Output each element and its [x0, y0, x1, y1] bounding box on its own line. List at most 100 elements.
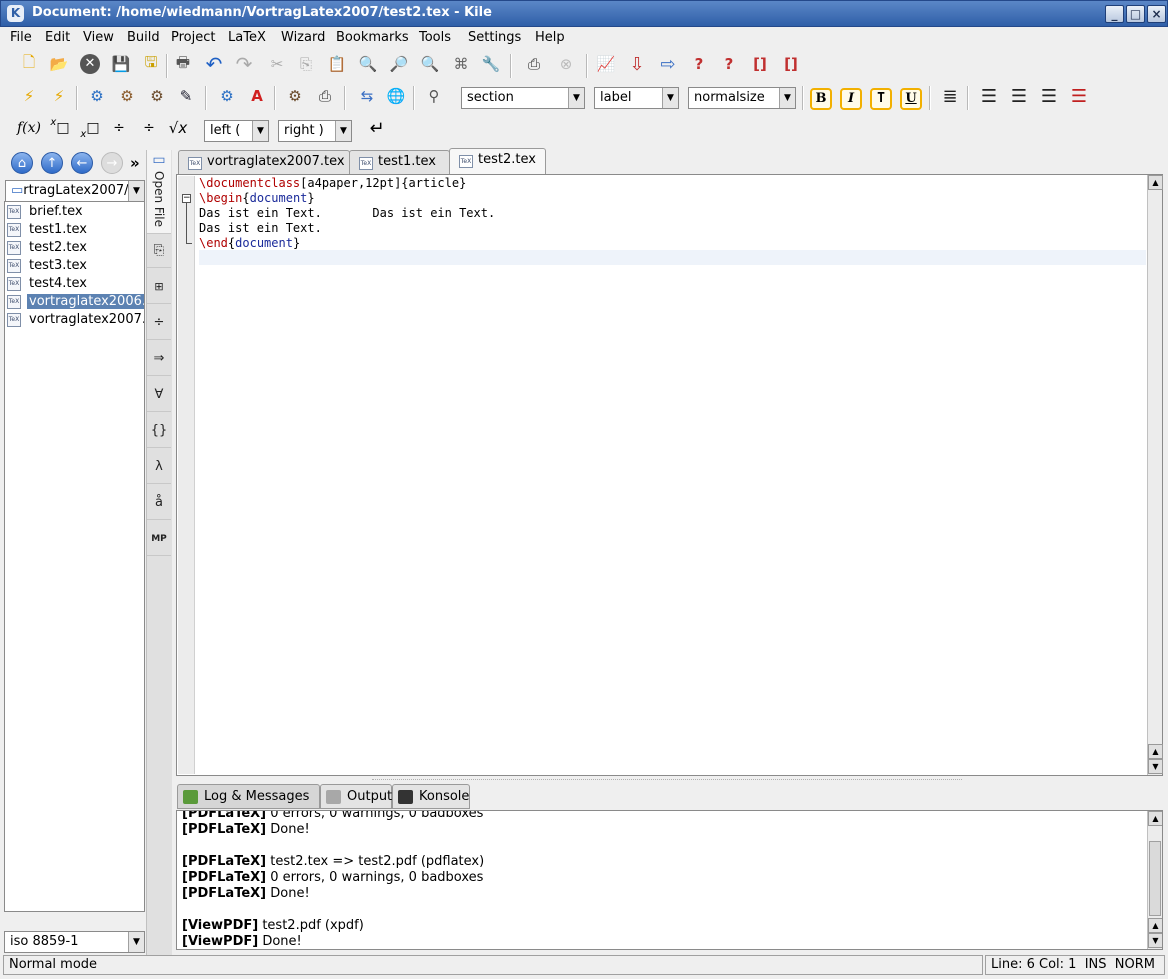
encoding-select[interactable]: iso 8859-1 ▼: [4, 931, 145, 953]
menu-wizard[interactable]: Wizard: [281, 30, 325, 45]
list-item[interactable]: TeX test3.tex: [5, 257, 144, 275]
tab-math-symbols-icon[interactable]: ÷: [147, 306, 171, 340]
structure-icon[interactable]: ⌘: [448, 51, 474, 77]
item-icon[interactable]: ☰: [1066, 83, 1092, 109]
tab-special-chars-icon[interactable]: å: [147, 486, 171, 520]
list-item-selected[interactable]: TeXvortraglatex2006.tex: [5, 293, 144, 311]
menu-settings[interactable]: Settings: [468, 30, 521, 45]
menu-build[interactable]: Build: [127, 30, 160, 45]
view-dvi-icon[interactable]: ⚙: [84, 83, 110, 109]
enumerate-icon[interactable]: ☰: [1006, 83, 1032, 109]
ps-to-pdf-icon[interactable]: ⎙: [312, 83, 338, 109]
find-next-icon[interactable]: 🔎: [386, 51, 412, 77]
prev-warning-icon[interactable]: ?: [686, 51, 712, 77]
description-icon[interactable]: ☰: [1036, 83, 1062, 109]
save-icon[interactable]: 💾: [108, 51, 134, 77]
new-file-icon[interactable]: 🗋: [16, 51, 42, 77]
redo-icon[interactable]: ↷: [231, 51, 257, 77]
copy-icon[interactable]: ⎘: [293, 51, 319, 77]
superscript-icon[interactable]: x □: [77, 115, 103, 141]
menu-tools[interactable]: Tools: [419, 30, 451, 45]
menu-project[interactable]: Project: [171, 30, 215, 45]
undo-icon[interactable]: ↶: [201, 51, 227, 77]
tab-metapost-icon[interactable]: MP: [147, 522, 171, 556]
sqrt-icon[interactable]: √x: [165, 115, 191, 141]
menu-view[interactable]: View: [83, 30, 114, 45]
statistics-icon[interactable]: 📈: [593, 51, 619, 77]
paste-icon[interactable]: 📋: [324, 51, 350, 77]
back-icon[interactable]: ←: [71, 152, 93, 174]
left-delimiter-select[interactable]: left (▼: [204, 120, 269, 142]
underline-button[interactable]: U: [900, 88, 922, 110]
next-warning-icon[interactable]: ?: [716, 51, 742, 77]
tab-structure-icon[interactable]: ⊞: [147, 270, 171, 304]
path-select[interactable]: ▭rtragLatex2007/▼: [5, 180, 145, 202]
bibtex-icon[interactable]: ✎: [173, 83, 199, 109]
minimize-button[interactable]: _: [1105, 5, 1124, 23]
list-item[interactable]: TeXvortraglatex2007.tex: [5, 311, 144, 329]
scroll-up-icon[interactable]: ▲: [1148, 918, 1162, 933]
menu-file[interactable]: File: [10, 30, 32, 45]
panel-splitter[interactable]: [372, 779, 962, 782]
scroll-up-icon[interactable]: ▲: [1148, 811, 1162, 826]
menu-bookmarks[interactable]: Bookmarks: [336, 30, 409, 45]
tab-vortraglatex2007[interactable]: TeX vortraglatex2007.tex: [178, 150, 350, 174]
tab-open-file[interactable]: ▭ Open File: [147, 150, 171, 234]
newline-icon[interactable]: ↵: [364, 115, 390, 141]
find-replace-icon[interactable]: 🔍: [417, 51, 443, 77]
menu-edit[interactable]: Edit: [45, 30, 70, 45]
latex-build-icon[interactable]: ⚡: [46, 83, 72, 109]
tab-output[interactable]: Output: [320, 784, 392, 809]
view-pdf-icon[interactable]: A: [244, 83, 270, 109]
tab-files-icon[interactable]: ⎘: [147, 234, 171, 268]
subscript-icon[interactable]: x □: [47, 115, 73, 141]
tab-konsole[interactable]: Konsole: [392, 784, 470, 809]
prev-badbox-icon[interactable]: []: [747, 51, 773, 77]
cut-icon[interactable]: ✂: [264, 51, 290, 77]
log-vertical-scrollbar[interactable]: ▲ ▲ ▼: [1147, 811, 1162, 949]
tab-log-messages[interactable]: Log & Messages: [177, 784, 320, 809]
save-all-icon[interactable]: 🖫: [138, 51, 164, 77]
section-select[interactable]: section ▼: [461, 87, 585, 109]
latex-to-html-icon[interactable]: ⇆: [354, 83, 380, 109]
prev-error-icon[interactable]: ⇩: [624, 51, 650, 77]
maximize-button[interactable]: □: [1126, 5, 1145, 23]
open-file-icon[interactable]: 📂: [46, 51, 72, 77]
close-button[interactable]: ×: [1147, 5, 1166, 23]
list-item[interactable]: TeX test1.tex: [5, 221, 144, 239]
pdflatex-icon[interactable]: ⚙: [214, 83, 240, 109]
scroll-up-icon[interactable]: ▲: [1148, 744, 1163, 759]
center-align-icon[interactable]: ≣: [937, 83, 963, 109]
kile-app-icon[interactable]: K: [7, 5, 24, 22]
tab-delimiters-icon[interactable]: {}: [147, 414, 171, 448]
home-icon[interactable]: ⌂: [11, 152, 33, 174]
itemize-icon[interactable]: ☰: [976, 83, 1002, 109]
tab-relations-icon[interactable]: ∀: [147, 378, 171, 412]
view-ps-icon[interactable]: ⚙: [144, 83, 170, 109]
label-select[interactable]: label ▼: [594, 87, 679, 109]
list-item[interactable]: TeX brief.tex: [5, 203, 144, 221]
tab-arrows-icon[interactable]: ⇒: [147, 342, 171, 376]
quick-preview-icon[interactable]: ⎙: [521, 51, 547, 77]
forward-search-icon[interactable]: ⚲: [421, 83, 447, 109]
tab-greek-icon[interactable]: λ: [147, 450, 171, 484]
stop-icon[interactable]: ⊗: [553, 51, 579, 77]
print-icon[interactable]: 🖶: [170, 51, 196, 77]
code-editor[interactable]: − \documentclass[a4paper,12pt]{article} …: [176, 174, 1163, 776]
menu-help[interactable]: Help: [535, 30, 565, 45]
quick-build-icon[interactable]: ⚡: [16, 83, 42, 109]
editor-vertical-scrollbar[interactable]: ▲ ▲ ▼: [1147, 175, 1163, 775]
list-item[interactable]: TeX test4.tex: [5, 275, 144, 293]
next-error-icon[interactable]: ⇨: [655, 51, 681, 77]
tools-icon[interactable]: 🔧: [478, 51, 504, 77]
typewriter-button[interactable]: T: [870, 88, 892, 110]
up-icon[interactable]: ↑: [41, 152, 63, 174]
find-icon[interactable]: 🔍: [355, 51, 381, 77]
dvi-to-ps-icon[interactable]: ⚙: [114, 83, 140, 109]
font-size-select[interactable]: normalsize ▼: [688, 87, 796, 109]
italic-button[interactable]: I: [840, 88, 862, 110]
dfrac-icon[interactable]: ÷: [136, 115, 162, 141]
scroll-down-icon[interactable]: ▼: [1148, 933, 1162, 948]
log-panel[interactable]: [PDFLaTeX] 0 errors, 0 warnings, 0 badbo…: [176, 810, 1163, 950]
more-icon[interactable]: »: [130, 154, 140, 172]
